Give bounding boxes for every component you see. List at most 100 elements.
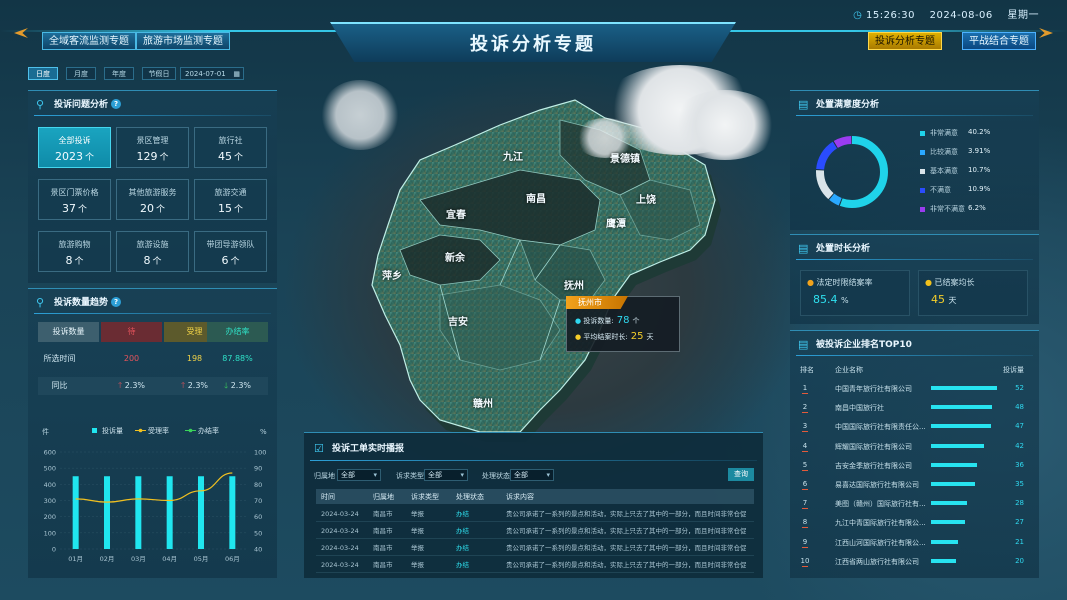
clock-date: 2024-08-06 [929,10,993,21]
map-label-jingdezhen[interactable]: 景德镇 [610,150,640,165]
trend-chart[interactable]: 件 % 投诉量 受理率 办结率 0 100 200 300 400 500 600 40 50 60 70 80… [28,422,277,572]
ranking-bar [931,558,956,563]
cloud-decoration [320,80,400,150]
issue-card[interactable]: 景区管理 129 个 [116,127,189,168]
filter-status-select[interactable]: 全部 [510,469,554,481]
issue-card[interactable]: 旅游设施 8 个 [116,231,189,272]
bar [198,476,204,549]
issue-card-value: 2023 个 [54,150,94,163]
map-label-shangrao[interactable]: 上饶 [636,191,656,206]
person-search-icon: ⚲ [36,98,45,111]
satisfaction-donut[interactable] [812,132,892,212]
y-right-tick: 70 [254,497,262,505]
ranking-row[interactable]: 9 江西山河国际旅行社有限公... 21 [798,534,1030,553]
x-tick: 05月 [194,555,209,563]
help-icon[interactable]: ? [111,297,122,307]
nav-passenger-flow[interactable]: 全域客流监测专题 [42,32,136,50]
ranking-row[interactable]: 1 中国青年旅行社有限公司 52 [798,380,1030,399]
satisfaction-legend-item: 不满意 10.9% [920,185,1020,197]
map-label-nanchang[interactable]: 南昌 [526,190,546,205]
filter-month[interactable]: 月度 [66,67,96,80]
table-row[interactable]: 2024-03-24 南昌市 举报 办结 贵公司承诺了一系列的景点和活动，实际上只去了其… [316,557,754,573]
y-left-tick: 500 [44,465,56,473]
ranking-row[interactable]: 3 中国国际旅行社有限责任公... 47 [798,418,1030,437]
trend-header-rate: 办结率 [207,322,268,342]
issue-card-label: 旅游设施 [136,240,169,249]
map-label-xinyu[interactable]: 新余 [445,249,465,264]
y-left-tick: 400 [44,481,56,489]
filter-year[interactable]: 年度 [104,67,134,80]
map-label-jian[interactable]: 吉安 [448,313,468,328]
popup-count-row: ● 投诉数量: 78 个 [575,315,640,326]
filter-day[interactable]: 日度 [28,67,58,80]
table-row[interactable]: 2024-03-24 南昌市 举报 办结 贵公司承诺了一系列的景点和活动，实际上只去了其… [316,540,754,556]
nav-complaint-analysis[interactable]: 投诉分析专题 [868,32,942,50]
table-row[interactable]: 2024-03-24 南昌市 举报 办结 贵公司承诺了一系列的景点和活动，实际上只去了其… [316,506,754,522]
y-left-tick: 300 [44,497,56,505]
issue-card[interactable]: 旅游购物 8 个 [38,231,111,272]
ranking-row[interactable]: 8 九江中青国际旅行社有限公... 27 [798,514,1030,533]
satisfaction-legend-item: 非常不满意 6.2% [920,204,1020,216]
x-tick: 01月 [68,555,83,563]
filter-type-select[interactable]: 全部 [424,469,468,481]
issue-card[interactable]: 旅行社 45 个 [194,127,267,168]
map-popup: 抚州市 ● 投诉数量: 78 个 ● 平均结案时长: 25 天 [566,296,680,352]
map-label-fuzhou[interactable]: 抚州 [564,277,584,292]
trend-header-count: 投诉数量 [38,322,99,342]
duration-legal-rate: ● 法定时限结案率 85.4 % [800,270,910,316]
checklist-icon: ☑ [314,442,324,455]
filter-label-status: 处理状态 [482,472,510,480]
y-left-tick: 200 [44,513,56,521]
ranking-row[interactable]: 5 吉安金季旅行社有限公司 36 [798,457,1030,476]
y-right-tick: 40 [254,546,262,554]
ranking-bar [931,520,965,525]
nav-peace-war[interactable]: 平战结合专题 [962,32,1036,50]
ranking-bar [931,482,975,486]
query-button[interactable]: 查询 [728,468,754,481]
ranking-row[interactable]: 7 美图（赣州）国际旅行社有... 28 [798,495,1030,514]
satisfaction-legend-item: 比较满意 3.91% [920,147,1020,159]
table-row[interactable]: 2024-03-24 南昌市 举报 办结 贵公司承诺了一系列的景点和活动，实际上只去了其… [316,523,754,539]
filter-label-region: 归属地 [314,472,335,480]
issue-card[interactable]: 景区门票价格 37 个 [38,179,111,220]
ranking-row[interactable]: 2 南昌中国旅行社 48 [798,399,1030,418]
issue-card[interactable]: 旅游交通 15 个 [194,179,267,220]
ranking-bar [931,424,991,429]
filter-holiday[interactable]: 节假日 [142,67,176,80]
y-right-tick: 80 [254,481,262,489]
issue-card-label: 旅行社 [218,136,243,145]
series-line [75,472,233,503]
cloud-decoration [670,90,780,160]
date-picker[interactable]: 2024-07-01 ▦ [180,67,244,80]
calendar-icon: ▦ [233,70,240,78]
issue-card[interactable]: 全部投诉 2023 个 [38,127,111,168]
map-label-pingxiang[interactable]: 萍乡 [382,267,402,282]
bar [229,476,236,549]
arrow-up-icon: 🡑 [180,381,186,390]
help-icon[interactable]: ? [111,99,122,109]
filter-region-select[interactable]: 全部 [337,469,381,481]
issue-card-label: 旅游交通 [214,188,247,197]
ranking-header: 排名 企业名称 投诉量 [800,366,1024,374]
bar [72,476,79,549]
legend-label: 投诉量 [102,426,123,435]
ranking-row[interactable]: 10 江西省两山旅行社有限公司 20 [798,553,1030,572]
ranking-bar [931,386,997,390]
legend-label: 受理率 [148,426,169,435]
map-label-yingtan[interactable]: 鹰潭 [606,215,626,230]
issue-card-label: 全部投诉 [58,136,91,145]
issue-card[interactable]: 其他旅游服务 20 个 [116,179,189,220]
bar [166,476,173,549]
map-label-ganzhou[interactable]: 赣州 [473,395,493,410]
legend-swatch [138,428,143,433]
ranking-row[interactable]: 6 易喜达国际旅行社有限公司 35 [798,476,1030,495]
issue-card[interactable]: 带团导游领队 6 个 [194,231,267,272]
map-label-yichun[interactable]: 宜春 [446,206,466,221]
legend-swatch [92,428,97,433]
map-label-jiujiang[interactable]: 九江 [503,148,523,163]
nav-tourism-market[interactable]: 旅游市场监测专题 [136,32,230,50]
ranking-row[interactable]: 4 辉耀国际旅行社有限公司 42 [798,438,1030,457]
issue-card-label: 旅游购物 [58,240,91,249]
ranking-bar [931,539,958,544]
legend-label: 办结率 [198,426,219,435]
